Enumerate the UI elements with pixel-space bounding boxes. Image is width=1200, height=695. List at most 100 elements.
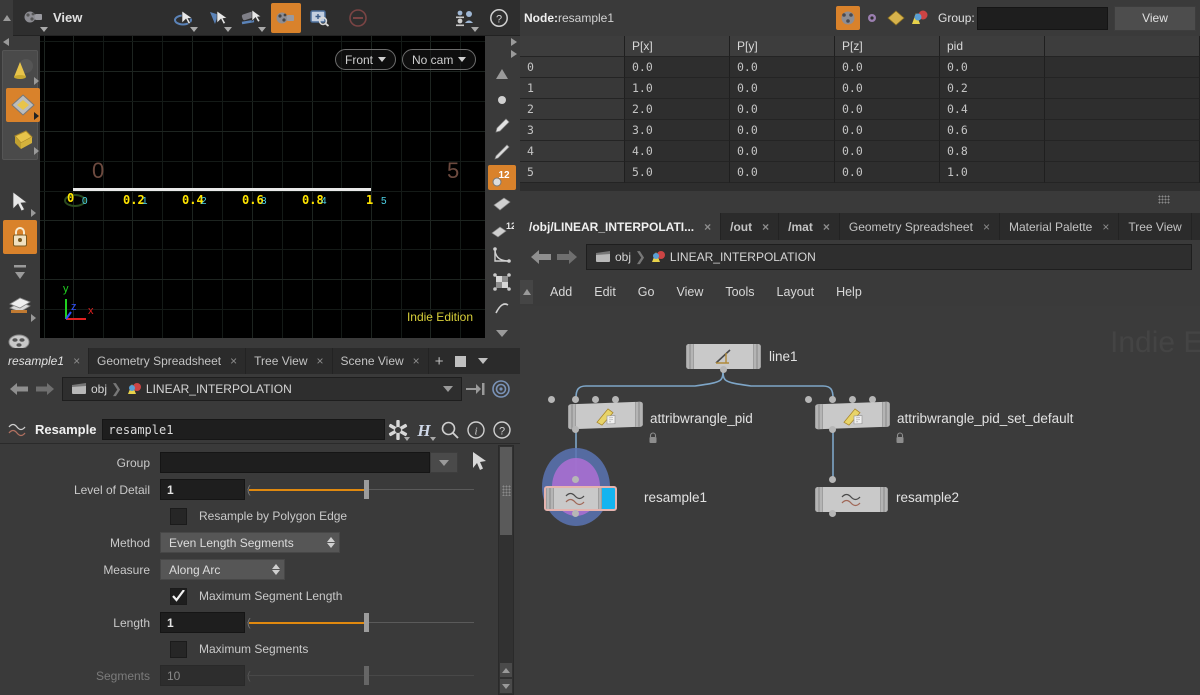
column-header-px[interactable]: P[x] — [625, 36, 730, 57]
segments-slider[interactable]: ( — [247, 665, 492, 686]
measure-dropdown[interactable]: Along Arc — [160, 559, 285, 580]
menubar-grip[interactable] — [520, 280, 533, 304]
node-resample1[interactable] — [544, 486, 617, 511]
menu-tools[interactable]: Tools — [714, 285, 765, 299]
no-entry-icon[interactable] — [343, 3, 373, 33]
point-display-icon[interactable] — [488, 61, 516, 86]
table-row[interactable]: 1 1.0 0.0 0.0 0.2 — [520, 78, 1200, 99]
breadcrumb-node[interactable]: LINEAR_INTERPOLATION — [646, 250, 820, 264]
close-icon[interactable]: × — [413, 354, 420, 368]
group-filter-input[interactable] — [976, 6, 1108, 30]
geometry-spreadsheet[interactable]: P[x] P[y] P[z] pid 0 0.0 0.0 0.0 0.0 1 1… — [520, 36, 1200, 191]
pin-button[interactable] — [462, 377, 488, 401]
node-input-connector[interactable] — [592, 396, 599, 403]
forward-button[interactable] — [554, 245, 580, 269]
group-dropdown-button[interactable] — [430, 452, 458, 473]
table-row[interactable]: 2 2.0 0.0 0.0 0.4 — [520, 99, 1200, 120]
tab-tree-view[interactable]: Tree View × — [246, 348, 333, 374]
tab-tree-view[interactable]: Tree View — [1119, 213, 1192, 240]
group-picker-button[interactable] — [470, 451, 488, 474]
table-row[interactable]: 4 4.0 0.0 0.0 0.8 — [520, 141, 1200, 162]
bbox-icon[interactable] — [488, 269, 516, 294]
length-slider[interactable]: ( — [247, 612, 492, 633]
close-icon[interactable]: × — [823, 220, 830, 234]
geometry-select-icon[interactable] — [6, 88, 40, 122]
node-output-connector[interactable] — [572, 426, 579, 433]
node-output-connector[interactable] — [829, 426, 836, 433]
scroll-down-button[interactable] — [500, 679, 512, 693]
network-editor-canvas[interactable]: Indie Ed line1 — [520, 306, 1200, 695]
scroll-up-button[interactable] — [500, 663, 512, 677]
select-tool-icon[interactable] — [203, 3, 233, 33]
primitives-mode-icon[interactable] — [884, 6, 908, 30]
close-icon[interactable]: × — [704, 220, 711, 234]
point-number-icon[interactable]: 12 — [488, 165, 516, 190]
curve-icon[interactable] — [488, 295, 516, 320]
gear-icon[interactable] — [385, 418, 411, 442]
view-button[interactable]: View — [1114, 5, 1196, 31]
pan-tool-icon[interactable] — [237, 3, 267, 33]
column-header-py[interactable]: P[y] — [730, 36, 835, 57]
tab-out[interactable]: /out × — [721, 213, 780, 240]
node-name-field[interactable]: resample1 — [102, 419, 385, 440]
node-resample2[interactable] — [815, 487, 888, 512]
back-button[interactable] — [6, 377, 32, 401]
network-path-field[interactable]: obj ❯ LINEAR_INTERPOLATION — [586, 243, 1192, 270]
close-icon[interactable]: × — [73, 354, 80, 368]
menu-go[interactable]: Go — [627, 285, 666, 299]
view-orientation-dropdown[interactable]: Front — [335, 49, 397, 70]
camera-dropdown[interactable]: No cam — [402, 49, 477, 70]
close-icon[interactable]: × — [230, 354, 237, 368]
menu-help[interactable]: Help — [825, 285, 873, 299]
maximum-segments-checkbox[interactable] — [170, 640, 187, 658]
toolbar-collapse-handle[interactable] — [0, 0, 13, 36]
resample-by-polygon-edge-checkbox[interactable] — [170, 507, 187, 525]
zoom-region-icon[interactable] — [305, 3, 335, 33]
scene-viewport[interactable]: Front No cam 0 5 0 0.2 0.4 0.6 0.8 1 0 1… — [0, 36, 520, 357]
column-header-empty[interactable] — [1045, 36, 1200, 57]
menu-add[interactable]: Add — [539, 285, 583, 299]
layers-icon[interactable] — [3, 290, 37, 324]
node-input-connector[interactable] — [829, 476, 836, 483]
close-icon[interactable]: × — [317, 354, 324, 368]
tab-material-palette[interactable]: Material Palette × — [999, 213, 1120, 240]
close-icon[interactable]: × — [983, 220, 990, 234]
node-input-connector[interactable] — [829, 396, 836, 403]
breadcrumb-obj[interactable]: obj — [591, 250, 635, 264]
forward-button[interactable] — [32, 377, 58, 401]
tab-mat[interactable]: /mat × — [779, 213, 840, 240]
level-of-detail-slider[interactable]: ( — [247, 479, 492, 500]
camera-tool-icon[interactable] — [271, 2, 302, 33]
method-dropdown[interactable]: Even Length Segments — [160, 532, 340, 553]
camera-dropdown-icon[interactable] — [19, 3, 49, 33]
breadcrumb-node[interactable]: LINEAR_INTERPOLATION — [122, 382, 296, 396]
points-mode-icon[interactable] — [836, 6, 861, 30]
houdini-h-icon[interactable]: H — [411, 418, 437, 442]
node-attribwrangle-pid-set-default[interactable] — [815, 401, 890, 430]
table-row[interactable]: 3 3.0 0.0 0.0 0.6 — [520, 120, 1200, 141]
view-menu-label[interactable]: View — [53, 10, 82, 25]
viewport-canvas[interactable]: Front No cam 0 5 0 0.2 0.4 0.6 0.8 1 0 1… — [40, 36, 485, 338]
arrow-select-icon[interactable] — [3, 185, 37, 219]
display-flag[interactable] — [602, 488, 615, 509]
scrollbar-thumb[interactable] — [500, 447, 512, 535]
primitive-select-icon[interactable] — [6, 123, 40, 157]
column-header-pid[interactable]: pid — [940, 36, 1045, 57]
tab-obj-linear-interpolation[interactable]: /obj/LINEAR_INTERPOLATI... × — [520, 213, 722, 240]
tab-geometry-spreadsheet[interactable]: Geometry Spreadsheet × — [89, 348, 247, 374]
node-input-connector[interactable] — [548, 396, 555, 403]
scroll-down-icon[interactable] — [488, 321, 516, 346]
point-marker-icon[interactable] — [488, 87, 516, 112]
group-input[interactable] — [160, 452, 430, 473]
paint-brush-icon[interactable] — [488, 113, 516, 138]
search-icon[interactable] — [437, 418, 463, 442]
tab-geometry-spreadsheet[interactable]: Geometry Spreadsheet × — [839, 213, 1000, 240]
path-field[interactable]: obj ❯ LINEAR_INTERPOLATION — [62, 377, 462, 401]
snap-menu-icon[interactable] — [3, 255, 37, 289]
needle-icon[interactable] — [488, 139, 516, 164]
orbit-tool-icon[interactable] — [169, 3, 199, 33]
menu-layout[interactable]: Layout — [766, 285, 826, 299]
info-icon[interactable]: i — [463, 418, 489, 442]
lock-icon[interactable] — [3, 220, 37, 254]
node-output-connector[interactable] — [829, 510, 836, 517]
